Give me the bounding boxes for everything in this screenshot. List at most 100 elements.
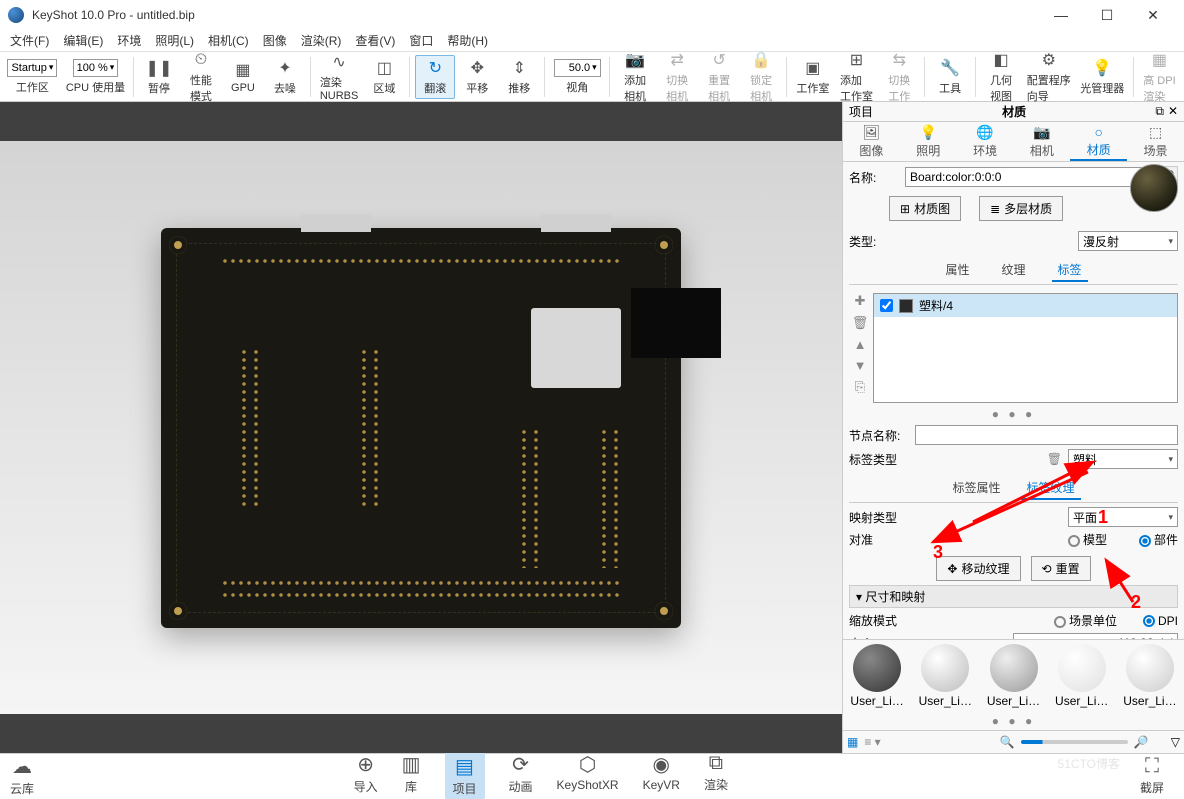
move-texture-button[interactable]: ✥移动纹理 xyxy=(936,556,1020,581)
add-camera-button[interactable]: 📷添加 相机 xyxy=(615,48,655,106)
move-up-icon[interactable]: ▲ xyxy=(854,337,867,352)
resize-handle-icon[interactable]: ● ● ● xyxy=(843,712,1184,730)
nurbs-button[interactable]: ∿渲染 NURBS xyxy=(316,50,363,104)
add-studio-button[interactable]: ⊞添加 工作室 xyxy=(836,48,878,106)
tab-材质[interactable]: ○材质 xyxy=(1070,122,1127,161)
bottom-动画[interactable]: ⟳动画 xyxy=(509,752,533,799)
section-size-mapping[interactable]: ▾ 尺寸和映射 xyxy=(849,585,1178,608)
align-part-radio[interactable]: 部件 xyxy=(1139,531,1178,548)
light-manager-button[interactable]: 💡光管理器 xyxy=(1077,56,1128,98)
label-type-select[interactable]: 塑料 xyxy=(1068,449,1178,469)
move-down-icon[interactable]: ▼ xyxy=(854,358,867,373)
size-input[interactable] xyxy=(1013,633,1178,639)
copy-label-icon[interactable]: ⎘ xyxy=(855,379,865,395)
cloud-library-button[interactable]: ☁云库 xyxy=(10,754,34,797)
delete-label-icon[interactable]: 🗑 xyxy=(852,315,869,331)
maximize-button[interactable]: ☐ xyxy=(1084,0,1130,30)
workspace-group[interactable]: Startup 工作区 xyxy=(4,57,61,97)
subtab-标签纹理[interactable]: 标签纹理 xyxy=(1021,477,1081,500)
region-button[interactable]: ◫区域 xyxy=(364,56,404,98)
bottom-KeyVR[interactable]: ◉KeyVR xyxy=(643,752,680,799)
material-thumb[interactable]: User_Li… xyxy=(1052,644,1112,708)
fov-group[interactable]: 50.0视角 xyxy=(550,57,604,97)
type-select[interactable]: 漫反射 xyxy=(1078,231,1178,251)
config-wizard-button[interactable]: ⚙配置程序 向导 xyxy=(1023,48,1074,106)
mapping-type-select[interactable]: 平面 xyxy=(1068,507,1178,527)
node-name-input[interactable] xyxy=(915,425,1178,445)
material-preview-sphere[interactable] xyxy=(1130,164,1178,212)
tab-相机[interactable]: 📷相机 xyxy=(1013,122,1070,161)
tab-图像[interactable]: 🖼图像 xyxy=(843,122,900,161)
menu-编辑(E)[interactable]: 编辑(E) xyxy=(57,30,109,51)
pan-button[interactable]: ✥平移 xyxy=(457,56,497,98)
dolly-button[interactable]: ⇕推移 xyxy=(499,56,539,98)
screenshot-button[interactable]: ⛶截屏 xyxy=(1140,755,1164,796)
cpu-dropdown[interactable]: 100 % xyxy=(73,59,119,77)
label-list[interactable]: 塑料/4 xyxy=(873,293,1178,403)
undock-icon[interactable]: ⧉ xyxy=(1155,104,1164,119)
subtab-标签[interactable]: 标签 xyxy=(1052,259,1088,282)
label-visible-checkbox[interactable] xyxy=(880,299,893,312)
fov-input[interactable]: 50.0 xyxy=(554,59,601,77)
tab-场景[interactable]: ⬚场景 xyxy=(1127,122,1184,161)
menu-文件(F)[interactable]: 文件(F) xyxy=(4,30,55,51)
multilayer-button[interactable]: ≣多层材质 xyxy=(979,196,1063,221)
grid-view-icon[interactable]: ▦ xyxy=(847,735,858,749)
pcb-model[interactable] xyxy=(161,228,681,628)
close-panel-icon[interactable]: ✕ xyxy=(1168,104,1178,119)
performance-button[interactable]: ⏲性能 模式 xyxy=(181,48,221,106)
bulb-icon: 💡 xyxy=(1092,58,1112,78)
scale-scene-radio[interactable]: 场景单位 xyxy=(1054,612,1117,629)
bottom-渲染[interactable]: ⧉渲染 xyxy=(704,752,728,799)
filter-icon[interactable]: ▽ xyxy=(1171,735,1180,749)
watermark: 51CTO博客 xyxy=(1058,755,1120,796)
cpu-group[interactable]: 100 % CPU 使用量 xyxy=(63,57,128,97)
menu-查看(V)[interactable]: 查看(V) xyxy=(349,30,401,51)
workspace-dropdown[interactable]: Startup xyxy=(7,59,57,77)
gpu-button[interactable]: ▦GPU xyxy=(223,58,263,96)
material-thumb[interactable]: User_Li… xyxy=(915,644,975,708)
tab-环境[interactable]: 🌐环境 xyxy=(957,122,1014,161)
denoise-button[interactable]: ✦去噪 xyxy=(265,56,305,98)
menu-渲染(R)[interactable]: 渲染(R) xyxy=(295,30,348,51)
geo-view-button[interactable]: ◧几何 视图 xyxy=(981,48,1021,106)
high-dpi-button: ▦高 DPI 渲染 xyxy=(1139,48,1180,106)
studio-button[interactable]: ▣工作室 xyxy=(792,56,834,98)
close-button[interactable]: ✕ xyxy=(1130,0,1176,30)
material-name-input[interactable] xyxy=(905,167,1150,187)
subtab-属性[interactable]: 属性 xyxy=(939,259,975,282)
subtab-纹理[interactable]: 纹理 xyxy=(995,259,1031,282)
zoom-slider[interactable] xyxy=(1021,740,1128,744)
minimize-button[interactable]: — xyxy=(1038,0,1084,30)
menu-图像[interactable]: 图像 xyxy=(257,30,293,51)
add-label-icon[interactable]: ✚ xyxy=(855,293,866,309)
pause-button[interactable]: ❚❚暂停 xyxy=(139,56,179,98)
zoom-in-icon[interactable]: 🔎 xyxy=(1134,735,1149,749)
subtab-标签属性[interactable]: 标签属性 xyxy=(946,477,1006,500)
bottom-库[interactable]: ▥库 xyxy=(402,752,421,799)
bottom-项目[interactable]: ▤项目 xyxy=(445,752,485,799)
list-view-icon[interactable]: ≡ ▾ xyxy=(864,735,880,749)
bottom-KeyShotXR[interactable]: ⬡KeyShotXR xyxy=(557,752,619,799)
material-thumb[interactable]: User_Li… xyxy=(983,644,1043,708)
menu-环境[interactable]: 环境 xyxy=(111,30,147,51)
viewport[interactable] xyxy=(0,102,842,753)
move-icon: ✥ xyxy=(467,58,487,78)
material-thumb[interactable]: User_Li… xyxy=(847,644,907,708)
scale-dpi-radio[interactable]: DPI xyxy=(1143,614,1178,628)
zoom-out-icon[interactable]: 🔍 xyxy=(1000,735,1015,749)
menu-窗口[interactable]: 窗口 xyxy=(403,30,439,51)
studio-icon: ▣ xyxy=(803,58,823,78)
menu-帮助(H)[interactable]: 帮助(H) xyxy=(441,30,494,51)
material-graph-button[interactable]: ⊞材质图 xyxy=(889,196,961,221)
tools-button[interactable]: 🔧工具 xyxy=(930,56,970,98)
list-item[interactable]: 塑料/4 xyxy=(874,294,1177,317)
material-thumb[interactable]: User_Li… xyxy=(1120,644,1180,708)
delete-type-icon[interactable]: 🗑 xyxy=(1047,452,1062,466)
tab-照明[interactable]: 💡照明 xyxy=(900,122,957,161)
align-model-radio[interactable]: 模型 xyxy=(1068,531,1107,548)
tumble-button[interactable]: ↻翻滚 xyxy=(415,55,455,99)
reset-button[interactable]: ⟲重置 xyxy=(1031,556,1091,581)
bottom-导入[interactable]: ⊕导入 xyxy=(354,752,378,799)
resize-handle-icon[interactable]: ● ● ● xyxy=(849,407,1178,421)
